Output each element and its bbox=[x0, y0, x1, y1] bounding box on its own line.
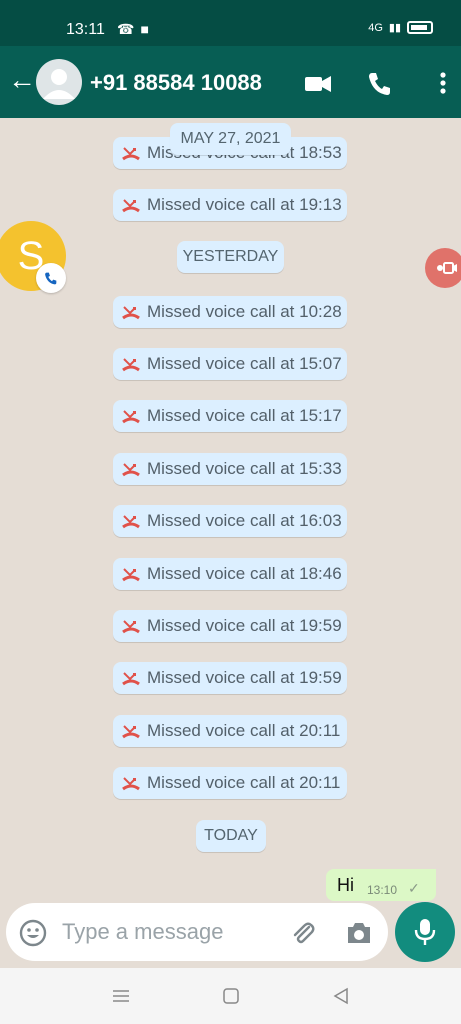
message-text: Hi bbox=[337, 875, 354, 895]
screen-record-button[interactable] bbox=[425, 248, 461, 288]
missed-call-icon bbox=[122, 515, 140, 529]
missed-call-text: Missed voice call at 19:13 bbox=[147, 195, 342, 214]
back-arrow-icon[interactable]: ← bbox=[8, 66, 36, 94]
mic-icon bbox=[414, 919, 436, 945]
missed-call-icon bbox=[122, 568, 140, 582]
avatar[interactable] bbox=[36, 59, 82, 105]
missed-call-icon bbox=[122, 410, 140, 424]
date-separator: MAY 27, 2021 bbox=[170, 123, 291, 155]
signal-icon: ▮▮ bbox=[388, 22, 401, 34]
missed-call-text: Missed voice call at 15:33 bbox=[147, 459, 342, 478]
missed-call-chip[interactable]: Missed voice call at 10:28 bbox=[113, 296, 347, 328]
missed-call-chip[interactable]: Missed voice call at 15:07 bbox=[113, 348, 347, 380]
call-badge-icon bbox=[36, 263, 66, 293]
missed-call-text: Missed voice call at 20:11 bbox=[147, 773, 341, 792]
missed-call-icon bbox=[122, 672, 140, 686]
status-system-icons: 4G ▮▮ bbox=[368, 21, 433, 34]
mic-button[interactable] bbox=[395, 902, 455, 962]
missed-call-chip[interactable]: Missed voice call at 20:11 bbox=[113, 767, 347, 799]
video-record-icon bbox=[437, 262, 457, 274]
date-separator: YESTERDAY bbox=[177, 241, 284, 273]
sent-tick-icon: ✓ bbox=[408, 880, 420, 896]
message-input[interactable] bbox=[62, 913, 282, 951]
missed-call-icon bbox=[122, 358, 140, 372]
missed-call-text: Missed voice call at 20:11 bbox=[147, 721, 341, 740]
status-time: 13:11 bbox=[66, 21, 105, 38]
missed-call-chip[interactable]: Missed voice call at 19:59 bbox=[113, 662, 347, 694]
recent-apps-icon[interactable] bbox=[111, 986, 131, 1006]
status-bar: 13:11 ☎■ 4G ▮▮ bbox=[0, 0, 461, 46]
missed-call-text: Missed voice call at 15:07 bbox=[147, 354, 342, 373]
date-separator: TODAY bbox=[196, 820, 266, 852]
missed-call-chip[interactable]: Missed voice call at 16:03 bbox=[113, 505, 347, 537]
missed-call-icon bbox=[122, 306, 140, 320]
missed-call-chip[interactable]: Missed voice call at 15:17 bbox=[113, 400, 347, 432]
missed-call-text: Missed voice call at 15:17 bbox=[147, 406, 342, 425]
missed-call-text: Missed voice call at 18:46 bbox=[147, 564, 342, 583]
contact-name[interactable]: +91 88584 10088 bbox=[90, 70, 262, 96]
floating-contact-bubble[interactable]: S bbox=[0, 221, 66, 293]
attach-icon[interactable] bbox=[289, 919, 317, 947]
battery-icon bbox=[407, 21, 433, 34]
missed-call-icon bbox=[122, 725, 140, 739]
chat-header: ← +91 88584 10088 bbox=[0, 46, 461, 118]
network-icon: 4G bbox=[368, 21, 383, 34]
message-time: 13:10 bbox=[367, 883, 398, 897]
voice-call-icon[interactable] bbox=[365, 68, 395, 98]
system-nav-bar bbox=[0, 968, 461, 1024]
missed-call-text: Missed voice call at 19:59 bbox=[147, 668, 342, 687]
missed-call-text: Missed voice call at 19:59 bbox=[147, 616, 342, 635]
missed-call-chip[interactable]: Missed voice call at 20:11 bbox=[113, 715, 347, 747]
missed-call-icon bbox=[122, 620, 140, 634]
outgoing-message[interactable]: Hi 13:10 ✓ bbox=[326, 869, 436, 901]
video-call-icon[interactable] bbox=[303, 68, 333, 98]
missed-call-chip[interactable]: Missed voice call at 18:46 bbox=[113, 558, 347, 590]
missed-call-icon bbox=[122, 199, 140, 213]
camera-icon[interactable] bbox=[345, 920, 373, 946]
missed-call-icon bbox=[122, 147, 140, 161]
missed-call-icon bbox=[122, 777, 140, 791]
status-notification-icons: ☎■ bbox=[117, 21, 155, 37]
emoji-icon[interactable] bbox=[19, 919, 47, 947]
back-icon[interactable] bbox=[331, 986, 351, 1006]
more-icon[interactable] bbox=[428, 68, 458, 98]
missed-call-chip[interactable]: Missed voice call at 19:59 bbox=[113, 610, 347, 642]
message-composer bbox=[6, 903, 388, 961]
missed-call-text: Missed voice call at 10:28 bbox=[147, 302, 342, 321]
missed-call-icon bbox=[122, 463, 140, 477]
missed-call-text: Missed voice call at 16:03 bbox=[147, 511, 342, 530]
missed-call-chip[interactable]: Missed voice call at 19:13 bbox=[113, 189, 347, 221]
missed-call-chip[interactable]: Missed voice call at 15:33 bbox=[113, 453, 347, 485]
home-icon[interactable] bbox=[221, 986, 241, 1006]
